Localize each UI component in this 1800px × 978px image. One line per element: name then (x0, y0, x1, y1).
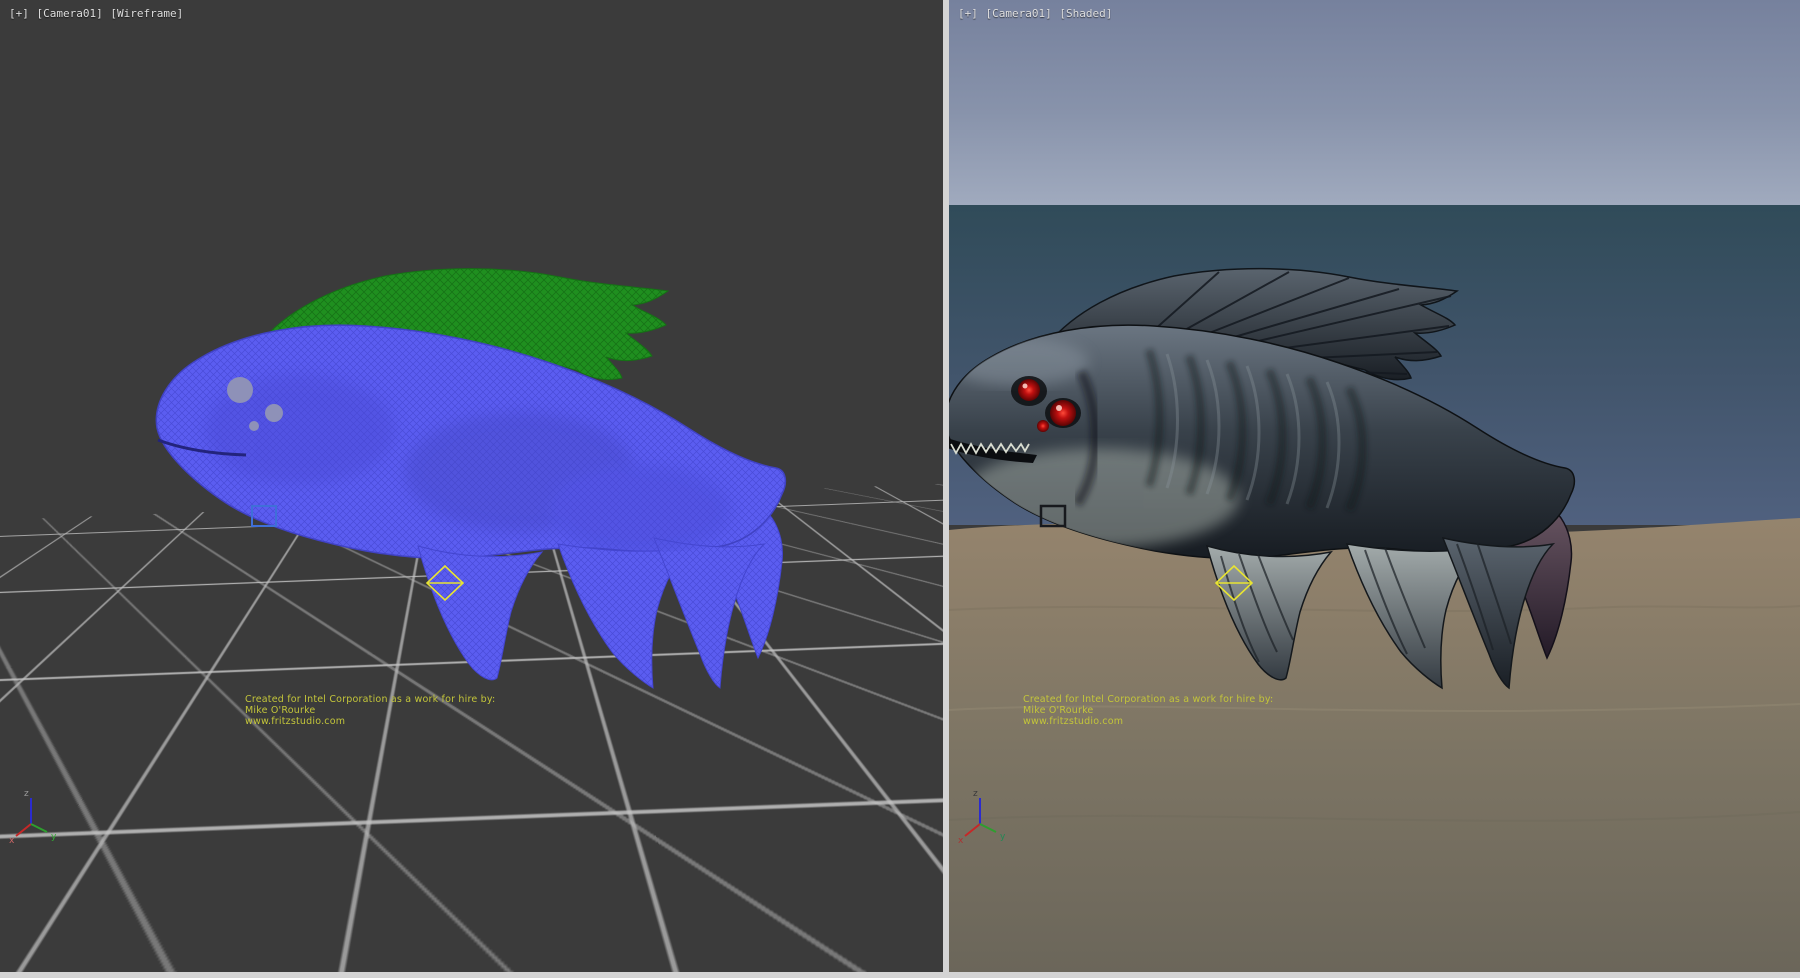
watermark-line2: Mike O'Rourke (245, 705, 495, 716)
axis-x-label: x (958, 836, 964, 844)
watermark-line3: www.fritzstudio.com (245, 716, 495, 727)
viewport-shading-button[interactable]: [Wireframe] (110, 7, 183, 20)
axis-x-label: x (9, 836, 15, 844)
fish-model-shaded[interactable] (949, 269, 1574, 688)
eye-spot (249, 421, 259, 431)
pectoral-fin-shaded[interactable] (1207, 546, 1331, 680)
world-axis-tripod: z x y (8, 786, 64, 844)
viewport-label-right: [+] [Camera01] [Shaded] (958, 7, 1113, 20)
viewport-camera-button[interactable]: [Camera01] (986, 7, 1052, 20)
dual-viewport-window: [+] [Camera01] [Wireframe] (0, 0, 1800, 978)
eye-spot (227, 377, 253, 403)
shaded-scene[interactable] (949, 0, 1800, 972)
viewport-bottom-divider (0, 972, 1800, 978)
viewport-wireframe[interactable]: [+] [Camera01] [Wireframe] (0, 0, 943, 972)
watermark-line1: Created for Intel Corporation as a work … (245, 694, 495, 705)
axis-y-label: y (51, 832, 57, 842)
axis-y-label: y (1000, 832, 1006, 842)
world-axis-tripod: z x y (957, 786, 1013, 844)
wireframe-scene[interactable] (0, 0, 943, 972)
viewport-menu-button[interactable]: [+] (9, 7, 29, 20)
watermark: Created for Intel Corporation as a work … (245, 694, 495, 727)
viewport-shading-button[interactable]: [Shaded] (1059, 7, 1112, 20)
watermark-line1: Created for Intel Corporation as a work … (1023, 694, 1273, 705)
viewport-menu-button[interactable]: [+] (958, 7, 978, 20)
eye-spot (265, 404, 283, 422)
viewport-label-left: [+] [Camera01] [Wireframe] (9, 7, 184, 20)
axis-z-label: z (973, 789, 978, 799)
watermark-line3: www.fritzstudio.com (1023, 716, 1273, 727)
axis-z-label: z (24, 789, 29, 799)
watermark-line2: Mike O'Rourke (1023, 705, 1273, 716)
viewport-shaded[interactable]: [+] [Camera01] [Shaded] (949, 0, 1800, 972)
fish-model-wireframe[interactable] (156, 269, 785, 688)
viewport-divider[interactable] (943, 0, 949, 978)
viewport-camera-button[interactable]: [Camera01] (37, 7, 103, 20)
watermark: Created for Intel Corporation as a work … (1023, 694, 1273, 727)
